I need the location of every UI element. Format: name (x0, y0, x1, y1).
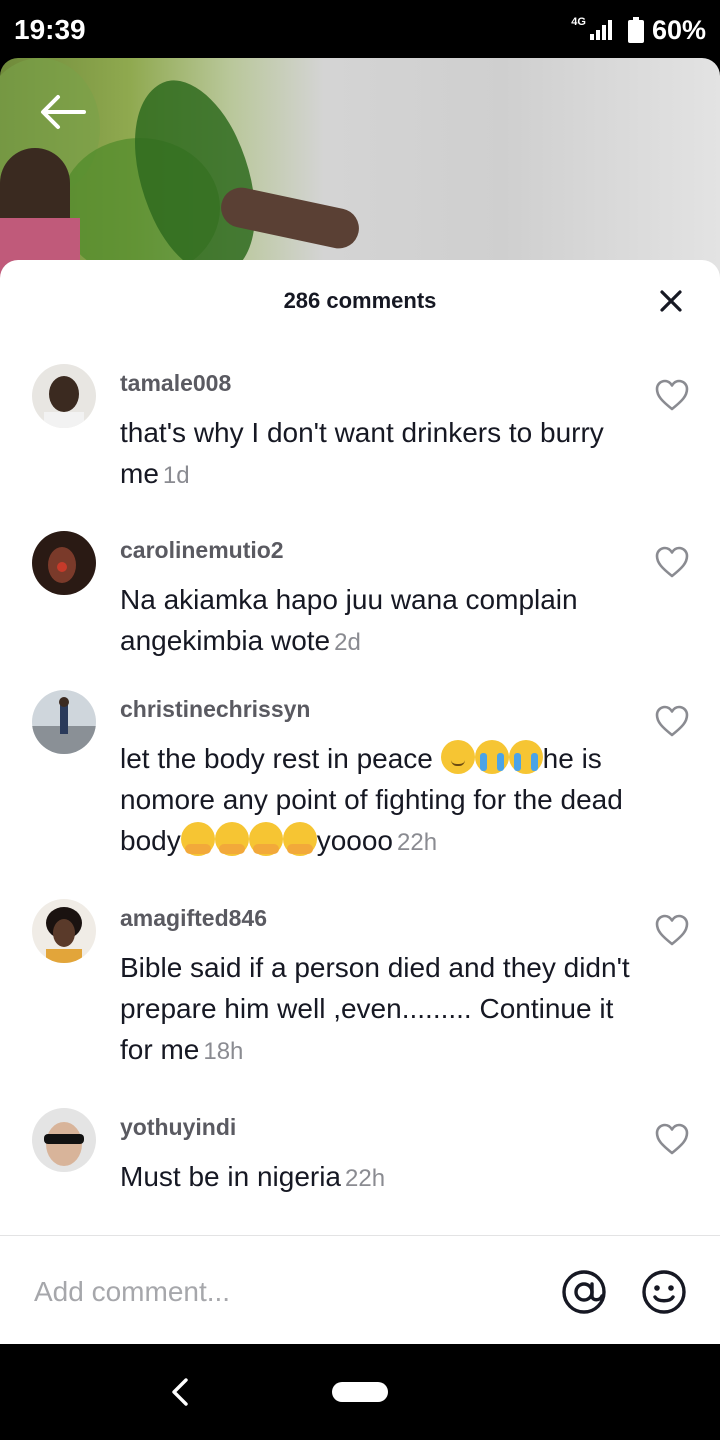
hugging-face-icon (214, 822, 249, 856)
hugging-face-icon (282, 822, 317, 856)
heart-outline-icon[interactable] (654, 704, 690, 738)
heart-outline-icon[interactable] (654, 1122, 690, 1156)
smiley-icon[interactable] (640, 1268, 688, 1316)
video-preview (0, 58, 720, 278)
crying-face-icon (474, 740, 509, 774)
comment-text: Must be in nigeria 22h (120, 1161, 386, 1192)
sheet-header: 286 comments (0, 260, 720, 344)
comment-text: let the body rest in peace he is nomore … (120, 738, 640, 863)
comment-username[interactable]: carolinemutio2 (120, 537, 284, 564)
comment-input[interactable] (32, 1266, 536, 1318)
system-nav-bar (0, 1344, 720, 1440)
pensive-face-icon (440, 740, 475, 774)
network-type: 4G (571, 16, 586, 28)
at-sign-icon[interactable] (560, 1268, 608, 1316)
avatar[interactable] (32, 1108, 96, 1172)
hugging-face-icon (248, 822, 283, 856)
comment-count: 286 comments (283, 288, 437, 313)
comment-username[interactable]: tamale008 (120, 370, 231, 397)
crying-face-icon (508, 740, 543, 774)
comment-text: Bible said if a person died and they did… (120, 952, 630, 1065)
comment-time: 2d (334, 629, 361, 656)
heart-outline-icon[interactable] (654, 378, 690, 412)
avatar[interactable] (32, 899, 96, 963)
back-arrow-icon[interactable] (38, 92, 88, 132)
nav-back-icon[interactable] (168, 1374, 192, 1410)
hugging-face-icon (180, 822, 215, 856)
avatar[interactable] (32, 690, 96, 754)
avatar[interactable] (32, 531, 96, 595)
comment-time: 22h (397, 829, 438, 856)
heart-outline-icon[interactable] (654, 913, 690, 947)
status-bar: 19:39 4G 60% (0, 0, 720, 58)
comment-time: 18h (203, 1038, 244, 1065)
comment-text: Na akiamka hapo juu wana complain angeki… (120, 584, 578, 656)
battery-icon (627, 17, 644, 43)
heart-outline-icon[interactable] (654, 545, 690, 579)
comment-username[interactable]: amagifted846 (120, 905, 267, 932)
avatar[interactable] (32, 364, 96, 428)
comment-username[interactable]: yothuyindi (120, 1114, 236, 1141)
status-indicators: 4G 60% (571, 14, 706, 46)
close-icon[interactable] (656, 286, 686, 316)
nav-home-pill[interactable] (332, 1382, 388, 1402)
battery-percent: 60% (651, 14, 706, 45)
signal-icon (589, 20, 612, 40)
comments-sheet: 286 comments tamale008 that's why I don'… (0, 260, 720, 1344)
status-time: 19:39 (14, 14, 86, 45)
comment-text: that's why I don't want drinkers to burr… (120, 417, 604, 489)
comment-input-bar (0, 1235, 720, 1345)
comment-username[interactable]: christinechrissyn (120, 696, 310, 723)
comment-time: 1d (162, 462, 190, 489)
comment-time: 22h (345, 1165, 386, 1192)
